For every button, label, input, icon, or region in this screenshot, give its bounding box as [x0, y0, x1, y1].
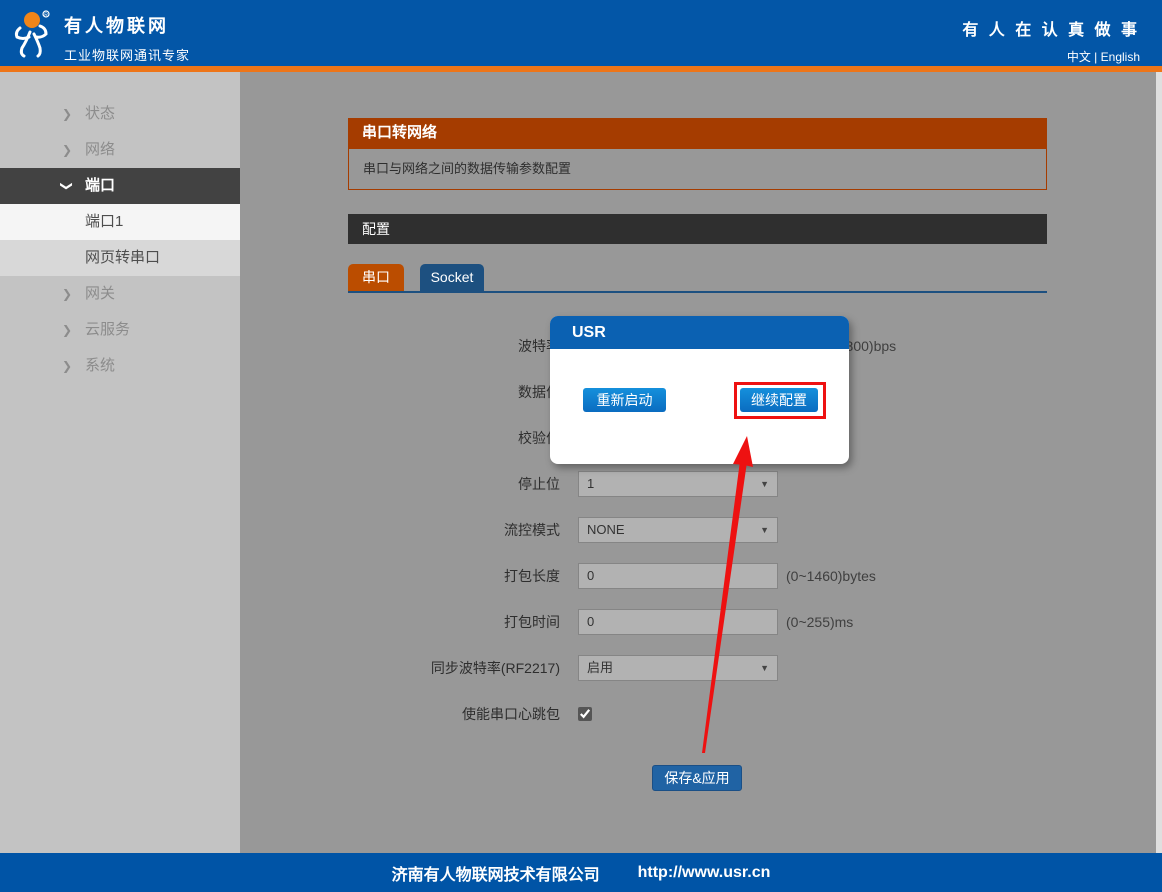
- field-label: 校验位: [240, 428, 560, 448]
- form-row-packlength: 打包长度 0 (0~1460)bytes: [240, 553, 1156, 599]
- sidebar-item-label: 网络: [85, 132, 115, 168]
- page-title: 串口转网络: [348, 118, 1047, 148]
- packlength-input[interactable]: 0: [578, 563, 778, 589]
- sidebar-item-status[interactable]: ❯ 状态: [0, 96, 240, 132]
- chevron-right-icon: ❯: [62, 348, 72, 384]
- sidebar-item-label: 系统: [85, 348, 115, 384]
- heartbeat-checkbox[interactable]: [578, 707, 592, 721]
- field-label: 使能串口心跳包: [240, 704, 560, 724]
- restart-button[interactable]: 重新启动: [583, 388, 666, 412]
- field-hint: (0~1460)bytes: [786, 568, 876, 584]
- field-label: 流控模式: [240, 520, 560, 540]
- sidebar-item-label: 端口1: [85, 204, 123, 240]
- sidebar-item-cloud[interactable]: ❯ 云服务: [0, 312, 240, 348]
- svg-text:R: R: [44, 13, 48, 19]
- chevron-right-icon: ❯: [62, 132, 72, 168]
- sidebar-item-network[interactable]: ❯ 网络: [0, 132, 240, 168]
- tab-serial[interactable]: 串口: [348, 264, 404, 291]
- lang-zh-link[interactable]: 中文: [1067, 50, 1091, 64]
- field-label: 停止位: [240, 474, 560, 494]
- annotation-highlight-box: [734, 382, 826, 419]
- lang-en-link[interactable]: English: [1101, 50, 1140, 64]
- select-value: 1: [587, 476, 594, 491]
- sidebar-item-label: 网页转串口: [85, 240, 160, 276]
- sidebar-item-label: 云服务: [85, 312, 130, 348]
- header-bar: R 有人物联网 工业物联网通讯专家 有 人 在 认 真 做 事 中文 | Eng…: [0, 0, 1162, 66]
- header-accent-bar: [0, 66, 1162, 72]
- field-hint: (0~255)ms: [786, 614, 853, 630]
- form-row-syncbaud: 同步波特率(RF2217) 启用 ▼: [240, 645, 1156, 691]
- form-row-flowcontrol: 流控模式 NONE ▼: [240, 507, 1156, 553]
- footer-url-link[interactable]: http://www.usr.cn: [638, 864, 771, 882]
- sidebar-item-label: 网关: [85, 276, 115, 312]
- sidebar-item-port[interactable]: ❯ 端口: [0, 168, 240, 204]
- form-row-packtime: 打包时间 0 (0~255)ms: [240, 599, 1156, 645]
- sidebar-item-web-to-serial[interactable]: 网页转串口: [0, 240, 240, 276]
- input-value: 0: [587, 614, 594, 629]
- sidebar-item-label: 状态: [85, 96, 115, 132]
- page-description: 串口与网络之间的数据传输参数配置: [348, 148, 1047, 190]
- field-label: 打包长度: [240, 566, 560, 586]
- section-header-config: 配置: [348, 214, 1047, 244]
- usr-logo-icon: R: [10, 8, 60, 60]
- slogan-text: 有 人 在 认 真 做 事: [962, 16, 1140, 40]
- flowcontrol-select[interactable]: NONE ▼: [578, 517, 778, 543]
- dropdown-caret-icon: ▼: [760, 472, 769, 496]
- brand-title: 有人物联网: [64, 12, 190, 38]
- chevron-right-icon: ❯: [62, 276, 72, 312]
- packtime-input[interactable]: 0: [578, 609, 778, 635]
- brand-block: 有人物联网 工业物联网通讯专家: [64, 12, 190, 64]
- language-switcher: 中文 | English: [962, 48, 1140, 65]
- sidebar-item-system[interactable]: ❯ 系统: [0, 348, 240, 384]
- sidebar-item-port1[interactable]: 端口1: [0, 204, 240, 240]
- scrollbar-track[interactable]: [1156, 72, 1162, 853]
- syncbaud-select[interactable]: 启用 ▼: [578, 655, 778, 681]
- field-label: 同步波特率(RF2217): [240, 658, 560, 678]
- footer-company: 济南有人物联网技术有限公司: [392, 861, 600, 885]
- dropdown-caret-icon: ▼: [760, 518, 769, 542]
- field-label: 打包时间: [240, 612, 560, 632]
- dialog-title: USR: [550, 316, 849, 349]
- footer-bar: 济南有人物联网技术有限公司 http://www.usr.cn: [0, 853, 1162, 892]
- tab-socket[interactable]: Socket: [420, 264, 484, 291]
- input-value: 0: [587, 568, 594, 583]
- select-value: NONE: [587, 522, 625, 537]
- sidebar-nav: ❯ 状态 ❯ 网络 ❯ 端口 端口1 网页转串口 ❯ 网关 ❯ 云服务 ❯ 系统: [0, 72, 240, 853]
- field-label: 波特率: [240, 336, 560, 356]
- stopbits-select[interactable]: 1 ▼: [578, 471, 778, 497]
- lang-divider: |: [1094, 50, 1097, 64]
- form-row-heartbeat: 使能串口心跳包: [240, 691, 1156, 737]
- field-label: 数据位: [240, 382, 560, 402]
- brand-subtitle: 工业物联网通讯专家: [64, 45, 190, 64]
- chevron-right-icon: ❯: [62, 312, 72, 348]
- sidebar-item-label: 端口: [85, 168, 115, 204]
- chevron-down-icon: ❯: [62, 168, 72, 204]
- chevron-right-icon: ❯: [62, 96, 72, 132]
- usr-dialog: USR 重新启动 继续配置: [550, 316, 849, 464]
- sidebar-item-gateway[interactable]: ❯ 网关: [0, 276, 240, 312]
- tab-bar: 串口 Socket: [348, 264, 1047, 293]
- save-apply-button[interactable]: 保存&应用: [652, 765, 742, 791]
- select-value: 启用: [587, 660, 613, 675]
- dropdown-caret-icon: ▼: [760, 656, 769, 680]
- form-row-stopbits: 停止位 1 ▼: [240, 461, 1156, 507]
